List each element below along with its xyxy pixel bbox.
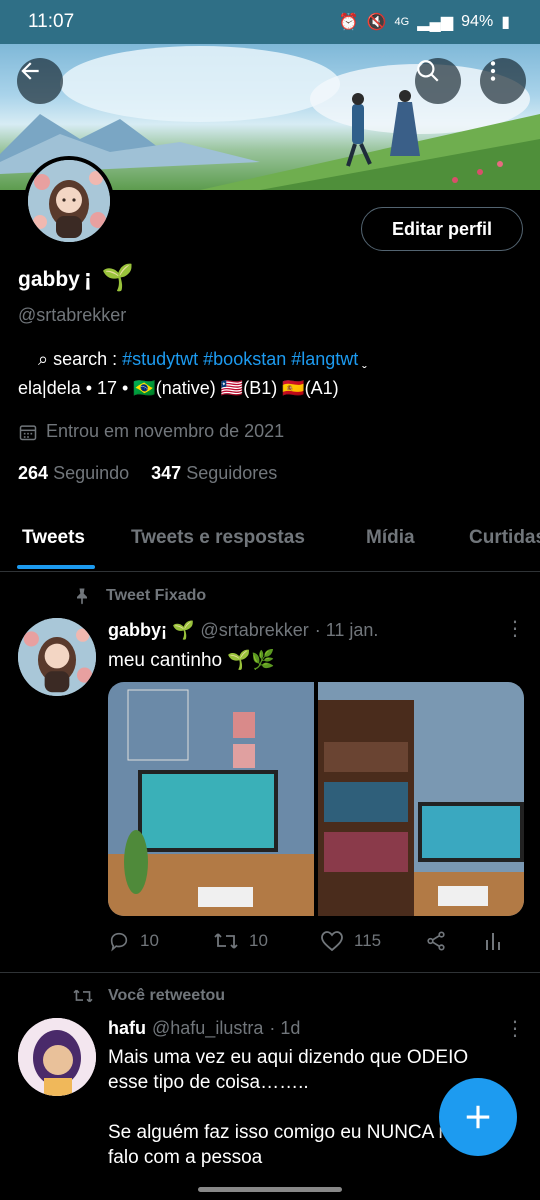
tweet-media[interactable]	[108, 682, 524, 916]
battery-icon: ▮	[501, 14, 510, 31]
tweet-date[interactable]: · 11 jan.	[315, 620, 379, 641]
analytics-button[interactable]	[484, 930, 504, 952]
compose-plus-icon	[466, 1105, 490, 1129]
like-count: 115	[354, 931, 382, 950]
following-link[interactable]: 264 Seguindo	[18, 463, 129, 484]
reply-button[interactable]: 10	[108, 930, 159, 952]
avatar-illustration	[28, 160, 110, 242]
join-date: Entrou em novembro de 2021	[18, 421, 284, 442]
bio-hashtags[interactable]: #studytwt #bookstan #langtwt	[122, 349, 358, 369]
retweet-label: Você retweetou	[72, 987, 225, 1005]
edit-profile-button[interactable]: Editar perfil	[361, 207, 523, 251]
avatar-illustration	[18, 1018, 96, 1096]
search-button[interactable]	[415, 58, 461, 104]
like-button[interactable]: 115	[320, 930, 381, 952]
followers-count: 347	[151, 463, 182, 483]
pinned-tweet-header: gabby¡ 🌱 @srtabrekker · 11 jan.	[108, 620, 378, 641]
active-tab-indicator	[17, 565, 95, 569]
pin-icon	[77, 588, 87, 605]
tweet-author-handle[interactable]: @srtabrekker	[200, 620, 308, 641]
retweet-header: hafu @hafu_ilustra · 1d	[108, 1018, 300, 1039]
desk-photo	[108, 682, 314, 916]
reply-icon	[110, 932, 128, 952]
following-count: 264	[18, 463, 49, 483]
more-vertical-icon	[490, 61, 496, 81]
status-bar: 11:07 ⏰ 🔇 4G ▂▄▆ 94% ▮	[0, 0, 540, 44]
calendar-icon	[19, 424, 37, 440]
sprout-emoji: 🌱	[101, 262, 135, 292]
profile-tabs: Tweets Tweets e respostas Mídia Curtidas	[0, 510, 540, 572]
tweet-divider	[0, 972, 540, 973]
back-arrow-icon	[21, 62, 39, 80]
pinned-tweet-text: meu cantinho 🌱🌿	[108, 650, 275, 671]
display-name-suffix: ¡	[83, 265, 92, 292]
mute-icon: 🔇	[366, 14, 387, 31]
clock: 11:07	[28, 11, 75, 32]
follow-stats: 264 Seguindo 347 Seguidores	[18, 463, 277, 484]
retweet-count: 10	[249, 931, 268, 950]
battery-level: 94%	[461, 13, 494, 30]
tab-media[interactable]: Mídia	[366, 527, 415, 549]
back-button[interactable]	[17, 58, 63, 104]
home-indicator[interactable]	[198, 1187, 342, 1192]
profile-name: gabby ¡ 🌱	[18, 262, 134, 293]
reply-count: 10	[140, 931, 159, 950]
tweet-more-icon[interactable]: ⋮	[505, 616, 525, 641]
retweet-author-handle[interactable]: @hafu_ilustra	[152, 1018, 263, 1039]
retweet-icon	[73, 989, 93, 1003]
bio-line-1: ⌕ search : #studytwt #bookstan #langtwt …	[38, 349, 367, 370]
tweet-author-avatar[interactable]	[18, 618, 96, 696]
retweet-date[interactable]: · 1d	[269, 1018, 300, 1039]
tab-tweets-replies[interactable]: Tweets e respostas	[131, 527, 305, 549]
display-name: gabby	[18, 268, 80, 291]
share-button[interactable]	[425, 930, 447, 952]
like-icon	[321, 931, 343, 952]
following-label: Seguindo	[53, 463, 130, 483]
retweet-button[interactable]: 10	[213, 930, 268, 952]
compose-tweet-button[interactable]	[439, 1078, 517, 1156]
tweet-author-name[interactable]: gabby¡ 🌱	[108, 620, 194, 641]
retweet-author-name[interactable]: hafu	[108, 1018, 146, 1039]
share-icon	[427, 931, 445, 951]
retweet-text-line: Mais uma vez eu aqui dizendo que ODEIO	[108, 1047, 469, 1068]
tab-tweets[interactable]: Tweets	[22, 527, 85, 549]
avatar-illustration	[18, 618, 96, 696]
search-icon	[417, 60, 439, 82]
signal-icon: ▂▄▆	[417, 14, 454, 31]
profile-avatar[interactable]	[24, 156, 114, 246]
retweet-author-avatar[interactable]	[18, 1018, 96, 1096]
retweet-more-icon[interactable]: ⋮	[505, 1016, 525, 1041]
pinned-context-text: Tweet Fixado	[106, 587, 207, 604]
tab-likes[interactable]: Curtidas	[469, 527, 540, 549]
bio-search-prefix: ⌕ search :	[38, 349, 123, 369]
tweet-actions: 10 10 115	[108, 930, 518, 960]
profile-handle: @srtabrekker	[18, 305, 127, 325]
bio-decoration: ˬ	[358, 352, 367, 368]
tweet-photo-1[interactable]	[108, 682, 314, 916]
followers-link[interactable]: 347 Seguidores	[151, 463, 277, 484]
alarm-icon: ⏰	[338, 14, 359, 31]
bio-line-2: ela|dela • 17 • 🇧🇷(native) 🇱🇷(B1) 🇪🇸(A1)	[18, 378, 339, 398]
pinned-label: Tweet Fixado	[72, 586, 206, 606]
retweet-icon	[214, 933, 238, 949]
followers-label: Seguidores	[186, 463, 278, 483]
analytics-icon	[486, 933, 500, 950]
network-label: 4G	[394, 16, 410, 28]
retweet-context-text: Você retweetou	[108, 987, 226, 1004]
shelf-photo	[318, 682, 524, 916]
tweet-photo-2[interactable]	[318, 682, 524, 916]
more-options-button[interactable]	[480, 58, 526, 104]
join-date-text: Entrou em novembro de 2021	[46, 421, 285, 441]
